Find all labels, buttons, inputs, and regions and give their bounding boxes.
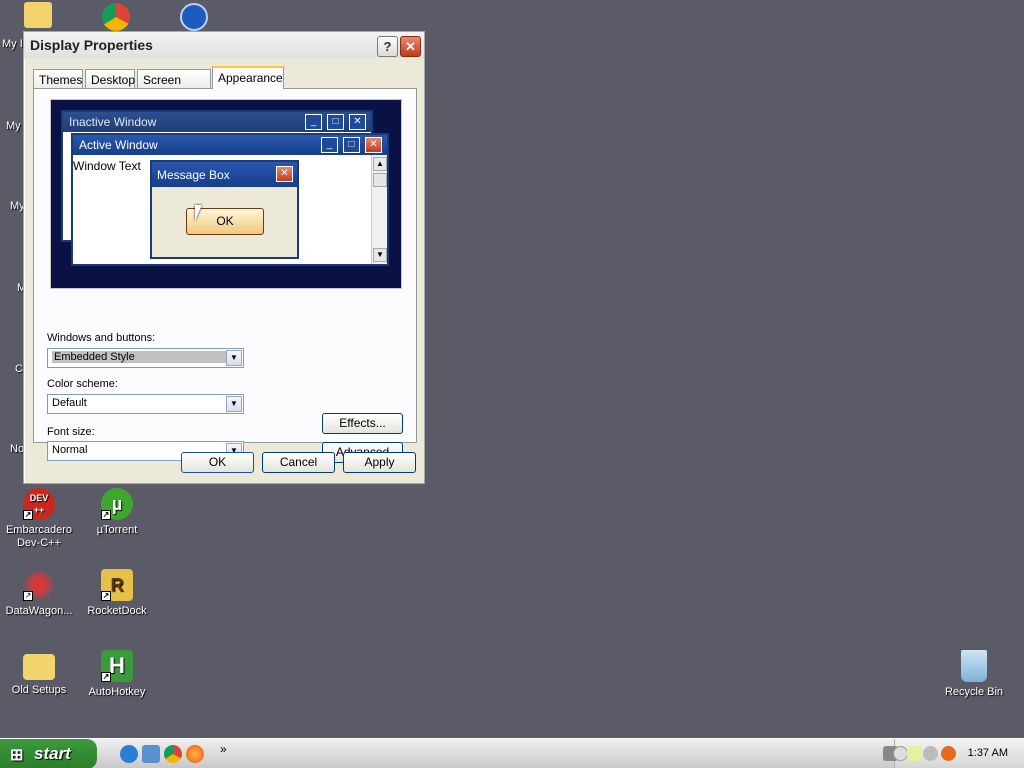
effects-button[interactable]: Effects... <box>322 413 403 434</box>
speaker-icon[interactable] <box>923 746 938 761</box>
desktop-icon-chrome[interactable] <box>102 3 130 31</box>
desktop-icon-label: Embarcadero <box>5 524 73 536</box>
desktop-icon-rocketdock[interactable]: R ↗ RocketDock <box>78 569 156 618</box>
recycle-bin-icon <box>961 650 987 682</box>
firefox-icon[interactable] <box>186 745 204 763</box>
apply-button[interactable]: Apply <box>343 452 416 473</box>
windows-flag-icon: ⊞ <box>10 747 24 764</box>
utorrent-icon: µ ↗ <box>101 488 133 520</box>
datawagon-icon: ↗ <box>23 569 55 601</box>
desktop-icon-my-documents[interactable] <box>24 2 52 28</box>
close-icon: ✕ <box>276 166 293 182</box>
desktop-icon-recycle-bin[interactable]: Recycle Bin <box>935 650 1013 699</box>
edge-label-1[interactable]: My I <box>2 38 23 50</box>
color-scheme-select[interactable]: Default ▼ <box>47 394 244 414</box>
show-desktop-icon[interactable] <box>142 745 160 763</box>
font-size-label: Font size: <box>47 426 95 438</box>
preview-message-box: Message Box ✕ OK <box>150 160 299 259</box>
close-icon: ✕ <box>365 137 382 153</box>
desktop-icon-label: µTorrent <box>96 524 138 536</box>
tab-desktop[interactable]: Desktop <box>85 69 135 89</box>
appearance-panel: Inactive Window _ □ ✕ Active Window _ □ … <box>33 88 417 463</box>
windows-buttons-select[interactable]: Embedded Style ▼ <box>47 348 244 368</box>
quick-launch-chevron[interactable]: » <box>220 742 227 756</box>
close-icon: ✕ <box>349 114 366 130</box>
desktop-icon-label: Recycle Bin <box>944 686 1004 698</box>
tab-screen-saver[interactable]: Screen Saver <box>137 69 211 101</box>
edge-label-2[interactable]: My <box>6 120 21 132</box>
windows-buttons-label: Windows and buttons: <box>47 332 156 344</box>
color-scheme-label: Color scheme: <box>47 378 118 390</box>
dialog-title: Display Properties <box>24 32 424 58</box>
desktop-icon-devcpp[interactable]: DEV ++ ↗ Embarcadero Dev-C++ <box>0 488 78 550</box>
autohotkey-icon: H ↗ <box>101 650 133 682</box>
display-properties-dialog: Display Properties ? ✕ Themes Desktop Sc… <box>23 31 425 484</box>
ie-icon[interactable] <box>120 745 138 763</box>
tab-themes[interactable]: Themes <box>33 69 83 89</box>
folder-icon <box>23 654 55 680</box>
desktop-icon-utorrent[interactable]: µ ↗ µTorrent <box>78 488 156 537</box>
edge-label-6[interactable]: No <box>10 443 24 455</box>
appearance-preview: Inactive Window _ □ ✕ Active Window _ □ … <box>50 99 402 289</box>
start-label: start <box>34 744 71 763</box>
window-text: Window Text <box>73 159 141 173</box>
rocketdock-icon: R ↗ <box>101 569 133 601</box>
chevron-down-icon[interactable]: ▼ <box>226 350 242 366</box>
ok-button[interactable]: OK <box>181 452 254 473</box>
desktop-icon-label: AutoHotkey <box>88 686 146 698</box>
inactive-window-title: Inactive Window <box>63 112 371 132</box>
mouse-cursor <box>195 205 202 221</box>
desktop-icon-label: Old Setups <box>11 684 67 696</box>
windows-buttons-value: Embedded Style <box>52 351 227 363</box>
desktop-icon-datawagon[interactable]: ↗ DataWagon... <box>0 569 78 618</box>
back-arrow-icon[interactable] <box>893 746 908 761</box>
system-tray: 1:37 AM <box>883 739 1024 768</box>
cancel-button[interactable]: Cancel <box>262 452 335 473</box>
devcpp-icon: DEV ++ ↗ <box>23 488 55 520</box>
help-button[interactable]: ? <box>377 36 398 57</box>
clock[interactable]: 1:37 AM <box>968 747 1008 759</box>
scroll-up-icon: ▲ <box>373 157 387 171</box>
desktop-icon-old-setups[interactable]: Old Setups <box>0 650 78 697</box>
minimize-icon: _ <box>305 114 322 130</box>
chrome-icon[interactable] <box>164 745 182 763</box>
scroll-down-icon: ▼ <box>373 248 387 262</box>
close-button[interactable]: ✕ <box>400 36 421 57</box>
notes-icon[interactable] <box>907 746 922 761</box>
start-button[interactable]: ⊞ start <box>0 739 97 768</box>
color-scheme-value: Default <box>52 397 87 409</box>
chevron-down-icon[interactable]: ▼ <box>226 396 242 412</box>
minimize-icon: _ <box>321 137 338 153</box>
edge-label-5[interactable]: C <box>15 363 23 375</box>
desktop-icon-label: Dev-C++ <box>16 537 62 549</box>
maximize-icon: □ <box>327 114 344 130</box>
scroll-thumb <box>373 173 387 187</box>
desktop-icon-label: RocketDock <box>87 605 147 617</box>
taskbar: ⊞ start » 1:37 AM <box>0 738 1024 768</box>
update-icon[interactable] <box>941 746 956 761</box>
desktop-icon-media-player[interactable] <box>180 3 208 31</box>
active-window-title: Active Window <box>73 135 387 155</box>
font-size-value: Normal <box>52 444 88 456</box>
preview-scrollbar: ▲ ▼ <box>371 155 387 264</box>
desktop-icon-label: DataWagon... <box>5 605 73 617</box>
desktop-icon-autohotkey[interactable]: H ↗ AutoHotkey <box>78 650 156 699</box>
tab-appearance[interactable]: Appearance <box>212 66 284 89</box>
maximize-icon: □ <box>343 137 360 153</box>
